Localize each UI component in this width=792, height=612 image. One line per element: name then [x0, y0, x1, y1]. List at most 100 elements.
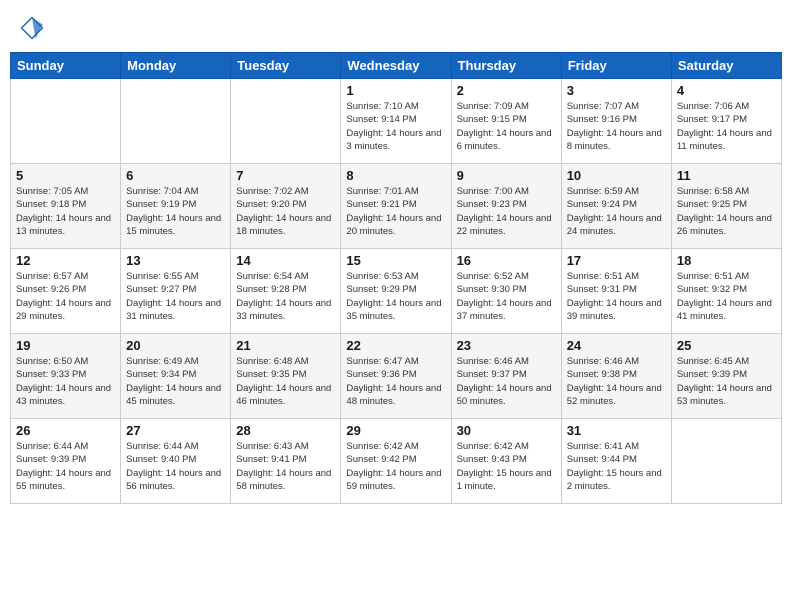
calendar-week-row: 26 Sunrise: 6:44 AM Sunset: 9:39 PM Dayli… — [11, 419, 782, 504]
calendar-cell: 19 Sunrise: 6:50 AM Sunset: 9:33 PM Dayli… — [11, 334, 121, 419]
calendar-cell — [671, 419, 781, 504]
calendar-cell: 31Sunrise: 6:41 AM Sunset: 9:44 PM Dayli… — [561, 419, 671, 504]
calendar-cell: 28 Sunrise: 6:43 AM Sunset: 9:41 PM Dayli… — [231, 419, 341, 504]
day-number: 23 — [457, 338, 556, 353]
day-number: 30 — [457, 423, 556, 438]
day-info: Sunrise: 7:06 AM Sunset: 9:17 PM Dayligh… — [677, 100, 776, 153]
calendar-cell: 3 Sunrise: 7:07 AM Sunset: 9:16 PM Daylig… — [561, 79, 671, 164]
day-info: Sunrise: 6:53 AM Sunset: 9:29 PM Dayligh… — [346, 270, 445, 323]
calendar-cell: 29 Sunrise: 6:42 AM Sunset: 9:42 PM Dayli… — [341, 419, 451, 504]
day-number: 17 — [567, 253, 666, 268]
day-number: 18 — [677, 253, 776, 268]
logo-icon — [18, 14, 46, 42]
day-info: Sunrise: 7:01 AM Sunset: 9:21 PM Dayligh… — [346, 185, 445, 238]
day-number: 3 — [567, 83, 666, 98]
day-info: Sunrise: 6:47 AM Sunset: 9:36 PM Dayligh… — [346, 355, 445, 408]
calendar-cell: 8 Sunrise: 7:01 AM Sunset: 9:21 PM Daylig… — [341, 164, 451, 249]
day-number: 13 — [126, 253, 225, 268]
calendar-cell: 23 Sunrise: 6:46 AM Sunset: 9:37 PM Dayli… — [451, 334, 561, 419]
day-info: Sunrise: 6:43 AM Sunset: 9:41 PM Dayligh… — [236, 440, 335, 493]
day-number: 14 — [236, 253, 335, 268]
day-number: 7 — [236, 168, 335, 183]
day-info: Sunrise: 6:58 AM Sunset: 9:25 PM Dayligh… — [677, 185, 776, 238]
day-number: 26 — [16, 423, 115, 438]
day-info: Sunrise: 7:00 AM Sunset: 9:23 PM Dayligh… — [457, 185, 556, 238]
calendar-cell: 20 Sunrise: 6:49 AM Sunset: 9:34 PM Dayli… — [121, 334, 231, 419]
day-info: Sunrise: 6:46 AM Sunset: 9:38 PM Dayligh… — [567, 355, 666, 408]
calendar-weekday-tuesday: Tuesday — [231, 53, 341, 79]
day-number: 5 — [16, 168, 115, 183]
day-number: 25 — [677, 338, 776, 353]
day-info: Sunrise: 6:54 AM Sunset: 9:28 PM Dayligh… — [236, 270, 335, 323]
day-info: Sunrise: 6:41 AM Sunset: 9:44 PM Dayligh… — [567, 440, 666, 493]
day-info: Sunrise: 6:51 AM Sunset: 9:31 PM Dayligh… — [567, 270, 666, 323]
calendar-week-row: 12 Sunrise: 6:57 AM Sunset: 9:26 PM Dayli… — [11, 249, 782, 334]
calendar-cell: 6 Sunrise: 7:04 AM Sunset: 9:19 PM Daylig… — [121, 164, 231, 249]
day-number: 28 — [236, 423, 335, 438]
calendar-weekday-saturday: Saturday — [671, 53, 781, 79]
day-number: 6 — [126, 168, 225, 183]
day-number: 29 — [346, 423, 445, 438]
calendar-cell: 17 Sunrise: 6:51 AM Sunset: 9:31 PM Dayli… — [561, 249, 671, 334]
day-info: Sunrise: 6:46 AM Sunset: 9:37 PM Dayligh… — [457, 355, 556, 408]
calendar-cell: 18 Sunrise: 6:51 AM Sunset: 9:32 PM Dayli… — [671, 249, 781, 334]
day-number: 22 — [346, 338, 445, 353]
day-number: 15 — [346, 253, 445, 268]
calendar-cell: 30 Sunrise: 6:42 AM Sunset: 9:43 PM Dayli… — [451, 419, 561, 504]
day-info: Sunrise: 6:52 AM Sunset: 9:30 PM Dayligh… — [457, 270, 556, 323]
day-number: 19 — [16, 338, 115, 353]
calendar-cell: 12 Sunrise: 6:57 AM Sunset: 9:26 PM Dayli… — [11, 249, 121, 334]
day-info: Sunrise: 6:44 AM Sunset: 9:40 PM Dayligh… — [126, 440, 225, 493]
day-info: Sunrise: 6:50 AM Sunset: 9:33 PM Dayligh… — [16, 355, 115, 408]
day-number: 20 — [126, 338, 225, 353]
day-info: Sunrise: 7:02 AM Sunset: 9:20 PM Dayligh… — [236, 185, 335, 238]
calendar-cell: 27Sunrise: 6:44 AM Sunset: 9:40 PM Dayli… — [121, 419, 231, 504]
calendar-cell: 5 Sunrise: 7:05 AM Sunset: 9:18 PM Daylig… — [11, 164, 121, 249]
day-number: 1 — [346, 83, 445, 98]
day-info: Sunrise: 6:51 AM Sunset: 9:32 PM Dayligh… — [677, 270, 776, 323]
calendar-cell: 21 Sunrise: 6:48 AM Sunset: 9:35 PM Dayli… — [231, 334, 341, 419]
day-number: 21 — [236, 338, 335, 353]
calendar-cell: 4 Sunrise: 7:06 AM Sunset: 9:17 PM Daylig… — [671, 79, 781, 164]
day-info: Sunrise: 6:44 AM Sunset: 9:39 PM Dayligh… — [16, 440, 115, 493]
day-number: 24 — [567, 338, 666, 353]
day-info: Sunrise: 6:49 AM Sunset: 9:34 PM Dayligh… — [126, 355, 225, 408]
day-number: 11 — [677, 168, 776, 183]
day-info: Sunrise: 7:04 AM Sunset: 9:19 PM Dayligh… — [126, 185, 225, 238]
day-number: 9 — [457, 168, 556, 183]
day-info: Sunrise: 7:07 AM Sunset: 9:16 PM Dayligh… — [567, 100, 666, 153]
day-number: 4 — [677, 83, 776, 98]
day-info: Sunrise: 6:48 AM Sunset: 9:35 PM Dayligh… — [236, 355, 335, 408]
calendar-cell: 13Sunrise: 6:55 AM Sunset: 9:27 PM Dayli… — [121, 249, 231, 334]
day-info: Sunrise: 7:05 AM Sunset: 9:18 PM Dayligh… — [16, 185, 115, 238]
calendar-weekday-sunday: Sunday — [11, 53, 121, 79]
calendar-cell: 15 Sunrise: 6:53 AM Sunset: 9:29 PM Dayli… — [341, 249, 451, 334]
day-info: Sunrise: 7:09 AM Sunset: 9:15 PM Dayligh… — [457, 100, 556, 153]
calendar-cell: 16 Sunrise: 6:52 AM Sunset: 9:30 PM Dayli… — [451, 249, 561, 334]
calendar-cell: 1Sunrise: 7:10 AM Sunset: 9:14 PM Daylig… — [341, 79, 451, 164]
calendar-cell: 11 Sunrise: 6:58 AM Sunset: 9:25 PM Dayli… — [671, 164, 781, 249]
day-number: 16 — [457, 253, 556, 268]
calendar-cell — [231, 79, 341, 164]
page-header — [10, 10, 782, 46]
day-info: Sunrise: 6:42 AM Sunset: 9:42 PM Dayligh… — [346, 440, 445, 493]
day-number: 2 — [457, 83, 556, 98]
calendar-week-row: 19 Sunrise: 6:50 AM Sunset: 9:33 PM Dayli… — [11, 334, 782, 419]
day-number: 10 — [567, 168, 666, 183]
calendar-header-row: SundayMondayTuesdayWednesdayThursdayFrid… — [11, 53, 782, 79]
day-number: 12 — [16, 253, 115, 268]
calendar-cell — [121, 79, 231, 164]
calendar-cell: 9 Sunrise: 7:00 AM Sunset: 9:23 PM Daylig… — [451, 164, 561, 249]
day-info: Sunrise: 6:57 AM Sunset: 9:26 PM Dayligh… — [16, 270, 115, 323]
day-info: Sunrise: 6:59 AM Sunset: 9:24 PM Dayligh… — [567, 185, 666, 238]
logo — [18, 14, 48, 42]
calendar-cell: 26 Sunrise: 6:44 AM Sunset: 9:39 PM Dayli… — [11, 419, 121, 504]
calendar-weekday-friday: Friday — [561, 53, 671, 79]
calendar-week-row: 1Sunrise: 7:10 AM Sunset: 9:14 PM Daylig… — [11, 79, 782, 164]
day-number: 8 — [346, 168, 445, 183]
calendar-weekday-thursday: Thursday — [451, 53, 561, 79]
calendar-cell: 14 Sunrise: 6:54 AM Sunset: 9:28 PM Dayli… — [231, 249, 341, 334]
calendar-table: SundayMondayTuesdayWednesdayThursdayFrid… — [10, 52, 782, 504]
day-info: Sunrise: 6:42 AM Sunset: 9:43 PM Dayligh… — [457, 440, 556, 493]
calendar-week-row: 5 Sunrise: 7:05 AM Sunset: 9:18 PM Daylig… — [11, 164, 782, 249]
